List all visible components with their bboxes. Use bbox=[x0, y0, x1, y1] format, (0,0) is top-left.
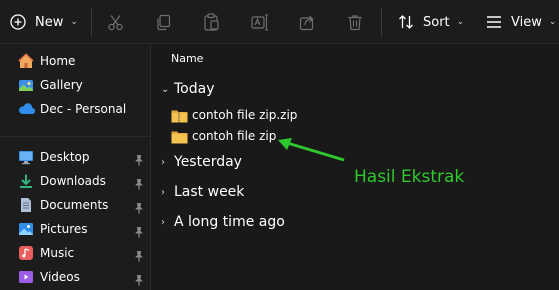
home-icon bbox=[18, 53, 34, 69]
sidebar-item-onedrive[interactable]: Dec - Personal bbox=[0, 97, 150, 121]
copy-icon bbox=[155, 14, 172, 31]
sidebar-item-label: Desktop bbox=[40, 150, 90, 164]
file-name: contoh file zip bbox=[192, 128, 277, 143]
copy-button[interactable] bbox=[155, 6, 172, 38]
pin-icon[interactable] bbox=[134, 247, 144, 262]
pin-icon[interactable] bbox=[134, 223, 144, 238]
file-name: contoh file zip.zip bbox=[192, 107, 298, 122]
view-label: View bbox=[511, 14, 542, 30]
onedrive-icon bbox=[18, 101, 36, 117]
annotation-label: Hasil Ekstrak bbox=[354, 167, 465, 187]
annotation-arrow bbox=[278, 138, 345, 162]
sidebar-item-label: Home bbox=[40, 54, 76, 68]
file-row-zip[interactable]: contoh file zip.zip bbox=[152, 104, 559, 125]
paste-icon bbox=[203, 13, 220, 31]
chevron-right-icon[interactable]: › bbox=[161, 217, 165, 228]
gallery-icon bbox=[18, 77, 34, 93]
chevron-right-icon[interactable]: › bbox=[161, 187, 165, 198]
group-header-today[interactable]: ⌄ Today bbox=[152, 77, 559, 101]
pin-icon[interactable] bbox=[134, 151, 144, 166]
paste-button[interactable] bbox=[203, 6, 220, 38]
pin-icon[interactable] bbox=[134, 175, 144, 190]
sidebar-item-downloads[interactable]: Downloads bbox=[0, 169, 150, 193]
chevron-down-icon: ⌄ bbox=[548, 17, 557, 27]
sort-icon bbox=[398, 14, 414, 30]
sidebar-divider bbox=[0, 136, 150, 137]
sidebar-item-label: Dec - Personal bbox=[40, 102, 127, 116]
downloads-icon bbox=[18, 173, 34, 189]
rename-button[interactable] bbox=[251, 6, 269, 38]
view-icon bbox=[486, 15, 502, 29]
music-icon bbox=[18, 245, 34, 261]
group-label: Yesterday bbox=[174, 154, 242, 170]
chevron-down-icon: ⌄ bbox=[456, 17, 465, 27]
chevron-down-icon: ⌄ bbox=[70, 17, 78, 27]
new-button[interactable]: New ⌄ bbox=[10, 6, 78, 38]
sidebar-item-music[interactable]: Music bbox=[0, 241, 150, 265]
column-header-name[interactable]: Name bbox=[171, 52, 203, 65]
share-button[interactable] bbox=[299, 6, 316, 38]
sidebar-item-desktop[interactable]: Desktop bbox=[0, 145, 150, 169]
desktop-icon bbox=[18, 149, 34, 165]
sidebar-item-gallery[interactable]: Gallery bbox=[0, 73, 150, 97]
chevron-down-icon[interactable]: ⌄ bbox=[161, 84, 169, 95]
zip-folder-icon bbox=[171, 108, 188, 122]
delete-button[interactable] bbox=[347, 6, 363, 38]
videos-icon bbox=[18, 269, 34, 285]
new-label: New bbox=[35, 14, 64, 30]
cut-button[interactable] bbox=[107, 6, 124, 38]
sidebar-item-label: Music bbox=[40, 246, 75, 260]
sidebar-item-videos[interactable]: Videos bbox=[0, 265, 150, 289]
pictures-icon bbox=[18, 221, 34, 237]
toolbar-divider bbox=[91, 7, 92, 37]
sidebar-item-documents[interactable]: Documents bbox=[0, 193, 150, 217]
toolbar-divider bbox=[381, 7, 382, 37]
sort-button[interactable]: Sort ⌄ bbox=[398, 6, 464, 38]
delete-icon bbox=[347, 14, 363, 31]
sidebar-item-label: Downloads bbox=[40, 174, 106, 188]
cut-icon bbox=[107, 14, 124, 31]
command-bar: New ⌄ Sort ⌄ View ⌄ bbox=[0, 0, 559, 44]
documents-icon bbox=[18, 197, 34, 213]
sidebar-item-pictures[interactable]: Pictures bbox=[0, 217, 150, 241]
group-label: A long time ago bbox=[174, 214, 285, 230]
sidebar-item-home[interactable]: Home bbox=[0, 49, 150, 73]
view-button[interactable]: View ⌄ bbox=[486, 6, 556, 38]
pin-icon[interactable] bbox=[134, 271, 144, 286]
navigation-pane: Home Gallery Dec - Personal Desktop Down… bbox=[0, 44, 151, 290]
plus-icon bbox=[10, 14, 26, 30]
rename-icon bbox=[251, 13, 269, 31]
pin-icon[interactable] bbox=[134, 199, 144, 214]
folder-icon bbox=[171, 129, 188, 143]
sidebar-item-label: Videos bbox=[40, 270, 80, 284]
file-row-folder[interactable]: contoh file zip bbox=[152, 125, 559, 146]
chevron-right-icon[interactable]: › bbox=[161, 157, 165, 168]
share-icon bbox=[299, 14, 316, 31]
sort-label: Sort bbox=[423, 14, 450, 30]
sidebar-item-label: Pictures bbox=[40, 222, 88, 236]
sidebar-item-label: Documents bbox=[40, 198, 109, 212]
group-label: Today bbox=[174, 81, 215, 97]
group-label: Last week bbox=[174, 184, 245, 200]
group-header-long-ago[interactable]: › A long time ago bbox=[152, 210, 559, 234]
sidebar-item-label: Gallery bbox=[40, 78, 83, 92]
